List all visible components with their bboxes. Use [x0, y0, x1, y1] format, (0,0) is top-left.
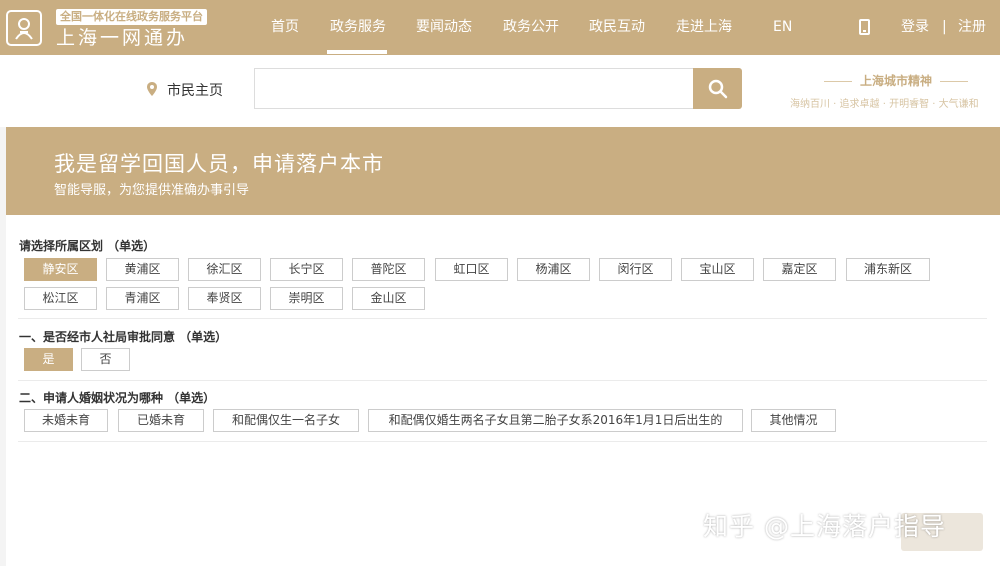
option-district-huangpu[interactable]: 黄浦区 [106, 258, 179, 281]
watermark-text: 知乎 @上海落户指导 [703, 512, 946, 541]
option-district-chongming[interactable]: 崇明区 [270, 287, 343, 310]
city-spirit-motto: 海纳百川 · 追求卓越 · 开明睿智 · 大气谦和 [790, 99, 979, 110]
option-district-minhang[interactable]: 闵行区 [599, 258, 672, 281]
section-divider [18, 380, 987, 381]
option-district-yangpu[interactable]: 杨浦区 [517, 258, 590, 281]
nav-item-news[interactable]: 要闻动态 [416, 0, 472, 55]
nav-separator: | [942, 19, 947, 35]
search-icon [708, 79, 727, 98]
top-nav-bar: 全国一体化在线政务服务平台 上海一网通办 首页 政务服务 要闻动态 政务公开 政… [0, 0, 1000, 55]
option-marital-one-child[interactable]: 和配偶仅生一名子女 [213, 409, 359, 432]
option-district-jingan[interactable]: 静安区 [24, 258, 97, 281]
option-marital-other[interactable]: 其他情况 [751, 409, 836, 432]
page-subtitle: 智能导服，为您提供准确办事引导 [54, 183, 250, 198]
search-button[interactable] [693, 68, 742, 109]
option-marital-married-no-child[interactable]: 已婚未育 [118, 409, 204, 432]
section-divider [18, 318, 987, 319]
page-title: 我是留学回国人员，申请落户本市 [54, 152, 384, 176]
option-district-fengxian[interactable]: 奉贤区 [188, 287, 261, 310]
option-district-jinshan[interactable]: 金山区 [352, 287, 425, 310]
search-input[interactable] [254, 68, 694, 109]
logo-subtitle: 全国一体化在线政务服务平台 [56, 9, 207, 25]
option-district-xuhui[interactable]: 徐汇区 [188, 258, 261, 281]
nav-active-indicator [327, 50, 387, 54]
search-row: 市民主页 上海城市精神 海纳百川 · 追求卓越 · 开明睿智 · 大气谦和 [0, 55, 1000, 127]
option-marital-two-children[interactable]: 和配偶仅婚生两名子女且第二胎子女系2016年1月1日后出生的 [368, 409, 743, 432]
nav-item-interaction[interactable]: 政民互动 [589, 0, 645, 55]
option-district-putuo[interactable]: 普陀区 [352, 258, 425, 281]
nav-item-english[interactable]: EN [773, 0, 792, 55]
login-link[interactable]: 登录 [901, 0, 929, 55]
option-district-songjiang[interactable]: 松江区 [24, 287, 97, 310]
option-district-pudong[interactable]: 浦东新区 [846, 258, 930, 281]
nav-item-home[interactable]: 首页 [271, 0, 299, 55]
page-banner: 我是留学回国人员，申请落户本市 智能导服，为您提供准确办事引导 [6, 127, 1000, 215]
option-approval-yes[interactable]: 是 [24, 348, 73, 371]
location-pin-icon [147, 82, 157, 96]
option-district-hongkou[interactable]: 虹口区 [435, 258, 508, 281]
question-district-title: 请选择所属区划 （单选） [19, 239, 156, 253]
option-marital-unmarried[interactable]: 未婚未育 [24, 409, 108, 432]
nav-item-gov-services[interactable]: 政务服务 [330, 0, 386, 55]
register-link[interactable]: 注册 [958, 0, 986, 55]
option-district-baoshan[interactable]: 宝山区 [681, 258, 754, 281]
citizen-home-link[interactable]: 市民主页 [167, 80, 223, 100]
option-district-jiading[interactable]: 嘉定区 [763, 258, 836, 281]
option-district-qingpu[interactable]: 青浦区 [106, 287, 179, 310]
option-district-changning[interactable]: 长宁区 [270, 258, 343, 281]
mobile-phone-icon[interactable] [859, 19, 870, 35]
question-approval-title: 一、是否经市人社局审批同意 （单选） [19, 330, 228, 344]
question-marital-title: 二、申请人婚姻状况为哪种 （单选） [19, 391, 216, 405]
nav-item-gov-open[interactable]: 政务公开 [503, 0, 559, 55]
section-divider [18, 441, 987, 442]
nav-item-about-shanghai[interactable]: 走进上海 [676, 0, 732, 55]
option-approval-no[interactable]: 否 [81, 348, 130, 371]
logo-icon[interactable] [6, 10, 42, 46]
logo-title[interactable]: 上海一网通办 [56, 27, 188, 49]
city-spirit-title: 上海城市精神 [806, 72, 986, 89]
